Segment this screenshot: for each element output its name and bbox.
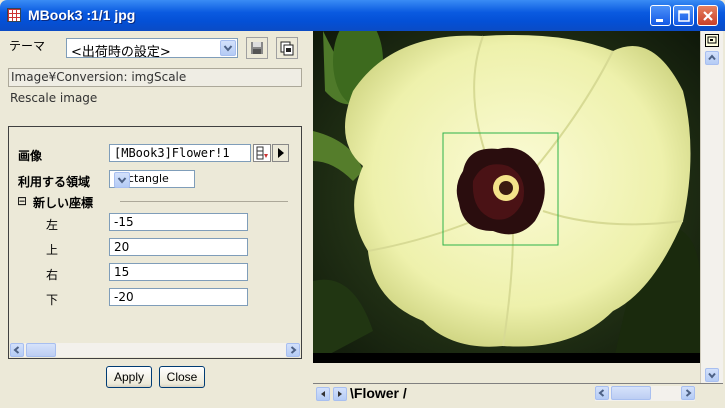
triangle-right-icon	[338, 391, 342, 397]
left-coordinate-value: -15	[114, 215, 134, 229]
new-coordinates-label: 新しい座標	[33, 196, 94, 210]
theme-select[interactable]: <出荷時の設定>	[66, 38, 238, 60]
flower-image	[313, 31, 700, 363]
region-label: 利用する領域	[18, 175, 91, 189]
sheet-horizontal-scrollbar[interactable]	[595, 386, 695, 401]
image-label: 画像	[18, 149, 43, 163]
sheet-tab-flower[interactable]: \Flower /	[350, 383, 418, 404]
dialog-path: Image¥Conversion: imgScale	[8, 68, 302, 87]
previous-sheet-button[interactable]	[316, 387, 330, 401]
parameter-panel-scrollbar[interactable]	[10, 343, 300, 357]
bottom-coordinate-value: -20	[114, 290, 134, 304]
sheet-tab-label: \Flower /	[350, 385, 407, 401]
scroll-left-button[interactable]	[10, 343, 24, 357]
minimize-icon	[656, 19, 663, 22]
apply-button[interactable]: Apply	[106, 366, 152, 388]
top-coordinate-input[interactable]: 20	[109, 238, 248, 256]
right-coordinate-value: 15	[114, 265, 130, 279]
left-coordinate-label: 左	[46, 218, 59, 232]
next-sheet-button[interactable]	[333, 387, 347, 401]
region-select[interactable]: Rectangle	[109, 170, 195, 188]
scroll-down-button[interactable]	[705, 368, 719, 382]
scroll-left-button[interactable]	[595, 386, 609, 400]
top-coordinate-value: 20	[114, 240, 130, 254]
group-divider	[120, 201, 288, 202]
title-bar[interactable]: MBook3 :1/1 jpg	[0, 0, 725, 31]
image-vertical-scrollbar[interactable]	[700, 31, 723, 383]
copy-theme-button[interactable]	[276, 37, 298, 59]
theme-label: テーマ	[9, 39, 46, 53]
top-coordinate-label: 上	[46, 243, 59, 257]
theme-select-value: <出荷時の設定>	[71, 45, 171, 60]
right-coordinate-input[interactable]: 15	[109, 263, 248, 281]
group-collapse-toggle[interactable]: ⊟	[17, 194, 27, 208]
range-select-icon	[256, 146, 268, 160]
triangle-left-icon	[321, 391, 325, 397]
scroll-right-button[interactable]	[681, 386, 695, 400]
select-range-button[interactable]	[253, 144, 271, 162]
left-coordinate-input[interactable]: -15	[109, 213, 248, 231]
chevron-right-icon	[685, 389, 692, 397]
image-input-value: [MBook3]Flower!1	[114, 146, 230, 160]
chevron-left-icon	[598, 389, 605, 397]
close-button[interactable]: Close	[159, 366, 205, 388]
scroll-thumb[interactable]	[611, 386, 651, 400]
triangle-right-icon	[278, 148, 284, 158]
layer-icon[interactable]	[705, 34, 719, 47]
save-theme-button[interactable]	[246, 37, 268, 59]
chevron-down-icon[interactable]	[220, 40, 236, 56]
chevron-left-icon	[13, 346, 20, 354]
close-icon	[703, 11, 713, 21]
chevron-up-icon	[708, 54, 716, 61]
floppy-disk-icon	[251, 42, 263, 54]
dialog-path-text: Image¥Conversion: imgScale	[11, 70, 187, 84]
copy-icon	[280, 41, 294, 56]
window-title: MBook3 :1/1 jpg	[28, 7, 136, 23]
minimize-button[interactable]	[650, 5, 671, 26]
chevron-down-icon	[708, 372, 716, 379]
maximize-icon	[678, 10, 690, 22]
close-window-button[interactable]	[697, 5, 718, 26]
image-view[interactable]	[313, 31, 700, 363]
right-coordinate-label: 右	[46, 268, 59, 282]
bottom-coordinate-input[interactable]: -20	[109, 288, 248, 306]
chevron-down-icon[interactable]	[114, 172, 130, 188]
bottom-coordinate-label: 下	[46, 293, 59, 307]
chevron-right-icon	[290, 346, 297, 354]
dialog-description: Rescale image	[10, 91, 98, 105]
scroll-right-button[interactable]	[286, 343, 300, 357]
maximize-button[interactable]	[673, 5, 694, 26]
expand-menu-button[interactable]	[272, 144, 289, 162]
image-input[interactable]: [MBook3]Flower!1	[109, 144, 251, 162]
workbook-icon[interactable]	[7, 8, 21, 22]
scroll-up-button[interactable]	[705, 51, 719, 65]
scroll-thumb[interactable]	[26, 343, 56, 357]
